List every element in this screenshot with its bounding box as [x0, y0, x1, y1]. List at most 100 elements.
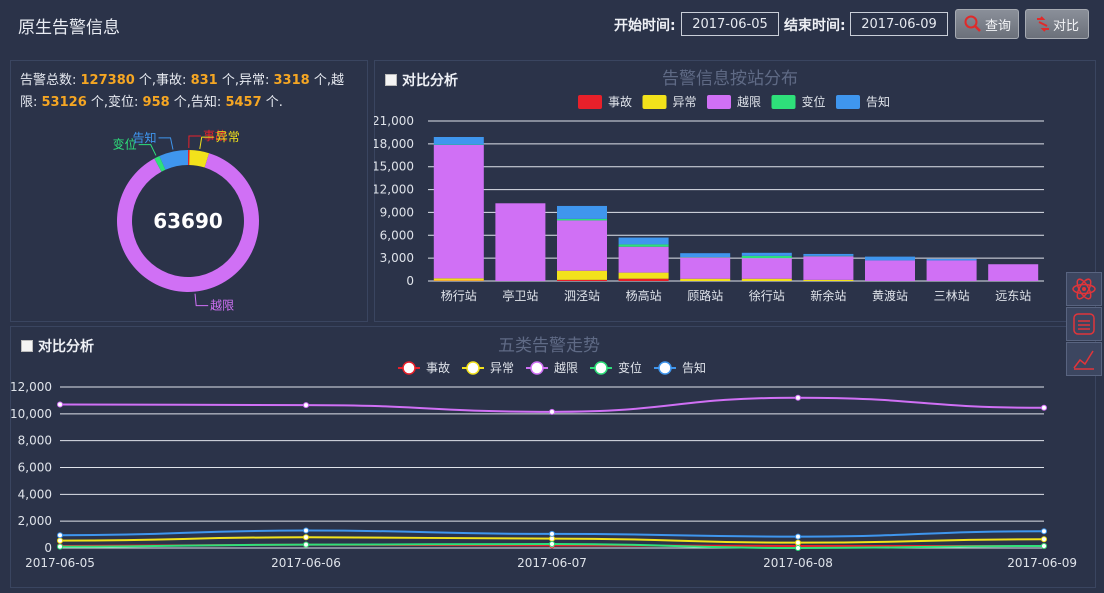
legend-label[interactable]: 变位 — [618, 360, 642, 375]
bar-segment[interactable] — [803, 279, 854, 281]
summary-text: 个,告知: — [169, 95, 226, 110]
legend-marker[interactable] — [594, 361, 608, 375]
bar-segment[interactable] — [741, 252, 792, 256]
total-count: 127380 — [80, 73, 135, 88]
legend-swatch[interactable] — [771, 95, 796, 109]
data-point[interactable] — [1041, 536, 1047, 543]
bar-segment[interactable] — [803, 256, 854, 280]
bar-segment[interactable] — [433, 145, 484, 279]
bar-segment[interactable] — [803, 253, 854, 256]
data-point[interactable] — [795, 539, 801, 546]
x-tick-label: 2017-06-07 — [517, 556, 587, 570]
bar-segment[interactable] — [741, 278, 792, 281]
bar-segment[interactable] — [618, 244, 669, 247]
bar-segment[interactable] — [557, 218, 607, 221]
data-point[interactable] — [795, 394, 801, 401]
y-tick-label: 6,000 — [380, 228, 414, 242]
y-tick-label: 8,000 — [18, 434, 52, 448]
legend-label[interactable]: 告知 — [682, 361, 706, 375]
legend-marker[interactable] — [466, 361, 480, 375]
legend-label[interactable]: 异常 — [673, 95, 697, 109]
side-tool-line-switch[interactable] — [1066, 342, 1102, 376]
y-tick-label: 18,000 — [374, 137, 414, 151]
bar-segment[interactable] — [865, 256, 915, 261]
bar-segment[interactable] — [618, 237, 669, 245]
legend-marker[interactable] — [530, 361, 544, 375]
bar-segment[interactable] — [680, 253, 731, 257]
y-tick-label: 3,000 — [380, 251, 414, 265]
donut-center-value: 63690 — [153, 209, 223, 233]
data-point[interactable] — [1041, 404, 1047, 411]
atom-icon — [1072, 278, 1096, 300]
legend-label[interactable]: 事故 — [426, 360, 450, 375]
compare-icon — [1036, 16, 1049, 32]
bar-segment[interactable] — [988, 264, 1039, 281]
donut-label-line — [158, 137, 174, 150]
legend-swatch[interactable] — [707, 95, 731, 109]
start-time-input[interactable] — [681, 12, 779, 36]
legend-swatch[interactable] — [642, 95, 667, 109]
bar-segment[interactable] — [433, 137, 484, 145]
abnormal-count: 3318 — [273, 73, 310, 88]
data-point[interactable] — [549, 540, 555, 547]
y-tick-label: 2,000 — [18, 514, 52, 528]
y-tick-label: 21,000 — [374, 114, 414, 128]
bar-segment[interactable] — [495, 203, 546, 281]
bar-segment[interactable] — [741, 258, 792, 279]
data-point[interactable] — [795, 545, 801, 551]
legend-marker[interactable] — [402, 361, 416, 375]
compare-button[interactable]: 对比 — [1025, 9, 1089, 39]
bar-segment[interactable] — [680, 278, 731, 281]
bar-segment[interactable] — [618, 246, 669, 273]
legend-label[interactable]: 事故 — [608, 94, 632, 109]
alarm-summary-text: 告警总数: 127380 个,事故: 831 个,异常: 3318 个,越限: … — [20, 70, 360, 114]
legend-label[interactable]: 变位 — [802, 94, 826, 109]
data-point[interactable] — [303, 534, 309, 541]
side-tool-atom[interactable] — [1066, 272, 1102, 306]
data-point[interactable] — [795, 533, 801, 540]
data-point[interactable] — [303, 541, 309, 548]
legend-label[interactable]: 告知 — [866, 95, 890, 109]
start-time-label: 开始时间: — [614, 18, 676, 34]
bar-segment[interactable] — [926, 260, 977, 281]
data-point[interactable] — [57, 543, 63, 550]
bar-segment[interactable] — [680, 257, 731, 279]
data-point[interactable] — [57, 537, 63, 544]
bar-segment[interactable] — [618, 278, 669, 281]
bar-compare-checkbox[interactable]: 对比分析 — [385, 70, 458, 90]
legend-label[interactable]: 越限 — [554, 361, 578, 375]
data-point[interactable] — [57, 401, 63, 408]
side-tool-data-view[interactable] — [1066, 307, 1102, 341]
bar-segment[interactable] — [557, 220, 607, 271]
summary-text: 告警总数: — [20, 73, 81, 88]
bar-segment[interactable] — [557, 279, 607, 281]
bar-segment[interactable] — [433, 278, 484, 281]
bar-segment[interactable] — [741, 255, 792, 259]
data-point[interactable] — [549, 530, 555, 537]
legend-swatch[interactable] — [578, 95, 602, 109]
legend-label[interactable]: 越限 — [737, 95, 761, 109]
data-point[interactable] — [303, 527, 309, 534]
search-icon — [964, 15, 981, 32]
bar-segment[interactable] — [618, 272, 669, 279]
displacement-count: 958 — [142, 95, 170, 110]
x-tick-label: 徐行站 — [749, 288, 785, 303]
query-button[interactable]: 查询 — [955, 9, 1019, 39]
end-time-input[interactable] — [850, 12, 948, 36]
legend-label[interactable]: 异常 — [490, 361, 514, 375]
bar-segment[interactable] — [926, 258, 977, 261]
data-point[interactable] — [303, 402, 309, 409]
bar-segment[interactable] — [865, 260, 915, 281]
bar-compare-label: 对比分析 — [402, 73, 458, 89]
bar-segment[interactable] — [557, 270, 607, 280]
x-tick-label: 2017-06-09 — [1007, 556, 1077, 570]
legend-marker[interactable] — [658, 361, 672, 375]
bar-segment[interactable] — [557, 205, 607, 219]
data-point[interactable] — [1041, 542, 1047, 549]
donut-label-line — [194, 293, 209, 307]
legend-swatch[interactable] — [836, 95, 860, 109]
data-point[interactable] — [1041, 528, 1047, 535]
data-point[interactable] — [57, 532, 63, 539]
data-point[interactable] — [549, 408, 555, 415]
page-title: 原生告警信息 — [18, 18, 120, 38]
